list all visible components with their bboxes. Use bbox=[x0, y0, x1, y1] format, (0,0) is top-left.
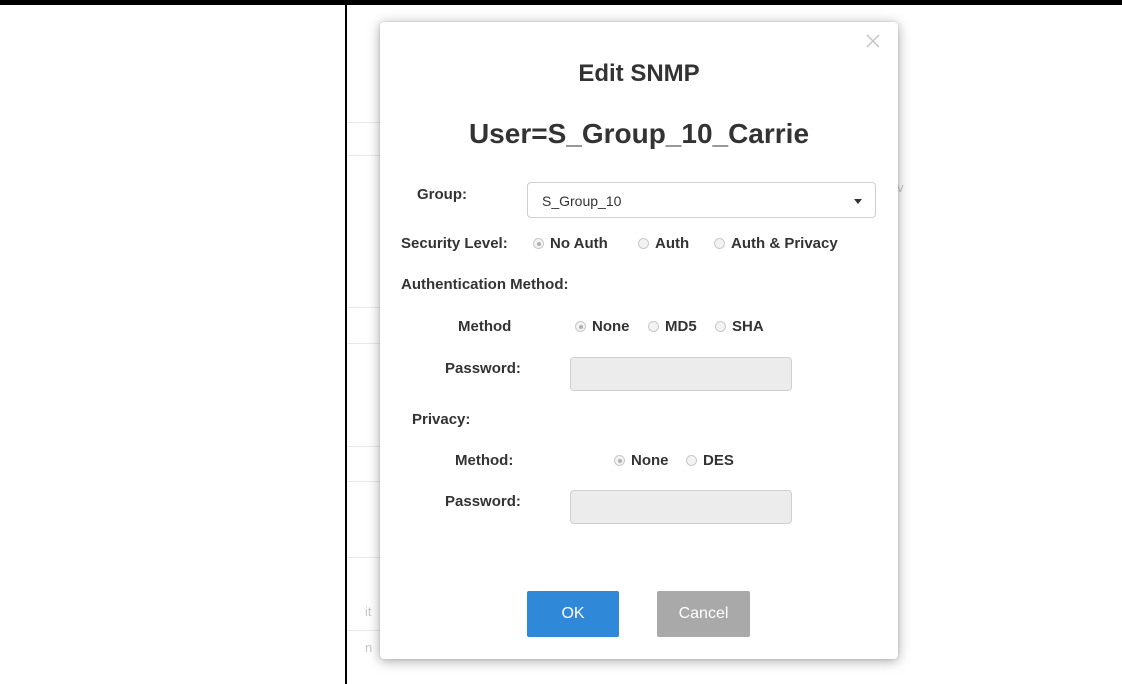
privacy-heading: Privacy: bbox=[412, 411, 471, 428]
group-label: Group: bbox=[417, 186, 467, 203]
dialog-subtitle: User=S_Group_10_Carrie bbox=[468, 118, 810, 149]
left-border-rule bbox=[345, 5, 347, 684]
radio-unchecked-icon[interactable] bbox=[648, 321, 659, 332]
privacy-password-field[interactable] bbox=[570, 490, 792, 524]
auth-password-field[interactable] bbox=[570, 357, 792, 391]
radio-unchecked-icon[interactable] bbox=[638, 238, 649, 249]
security-level-no-auth-option[interactable]: No Auth bbox=[529, 235, 608, 252]
authentication-method-heading: Authentication Method: bbox=[401, 276, 569, 293]
option-label: Auth & Privacy bbox=[731, 235, 838, 252]
option-label: SHA bbox=[732, 318, 764, 335]
auth-password-label: Password: bbox=[445, 360, 521, 377]
radio-checked-icon[interactable] bbox=[575, 321, 586, 332]
auth-method-sha-option[interactable]: SHA bbox=[711, 318, 764, 335]
privacy-method-label: Method: bbox=[455, 452, 514, 469]
privacy-method-none-option[interactable]: None bbox=[610, 452, 669, 469]
radio-unchecked-icon[interactable] bbox=[715, 321, 726, 332]
authentication-method-label: Method bbox=[458, 318, 512, 335]
radio-checked-icon[interactable] bbox=[533, 238, 544, 249]
top-border-rule bbox=[0, 0, 1122, 5]
security-level-auth-option[interactable]: Auth bbox=[634, 235, 689, 252]
privacy-method-des-option[interactable]: DES bbox=[682, 452, 734, 469]
option-label: DES bbox=[703, 452, 734, 469]
group-select-value: S_Group_10 bbox=[542, 193, 622, 209]
dialog-title: Edit SNMP bbox=[578, 60, 700, 87]
option-label: No Auth bbox=[550, 235, 608, 252]
auth-method-md5-option[interactable]: MD5 bbox=[644, 318, 697, 335]
radio-unchecked-icon[interactable] bbox=[714, 238, 725, 249]
close-icon[interactable] bbox=[864, 32, 882, 50]
chevron-down-icon bbox=[854, 199, 862, 204]
group-select[interactable]: S_Group_10 bbox=[527, 182, 876, 218]
privacy-password-label: Password: bbox=[445, 493, 521, 510]
option-label: MD5 bbox=[665, 318, 697, 335]
radio-checked-icon[interactable] bbox=[614, 455, 625, 466]
option-label: None bbox=[592, 318, 630, 335]
edit-snmp-user-dialog: Edit SNMP User=S_Group_10_Carrie Group: … bbox=[380, 22, 898, 659]
background-text-fragment: it bbox=[365, 604, 372, 619]
cancel-button[interactable]: Cancel bbox=[657, 591, 750, 637]
security-level-auth-privacy-option[interactable]: Auth & Privacy bbox=[710, 235, 838, 252]
auth-method-none-option[interactable]: None bbox=[571, 318, 630, 335]
security-level-label: Security Level: bbox=[401, 235, 508, 252]
radio-unchecked-icon[interactable] bbox=[686, 455, 697, 466]
option-label: None bbox=[631, 452, 669, 469]
background-text-fragment: n bbox=[365, 640, 373, 655]
option-label: Auth bbox=[655, 235, 690, 252]
ok-button[interactable]: OK bbox=[527, 591, 619, 637]
